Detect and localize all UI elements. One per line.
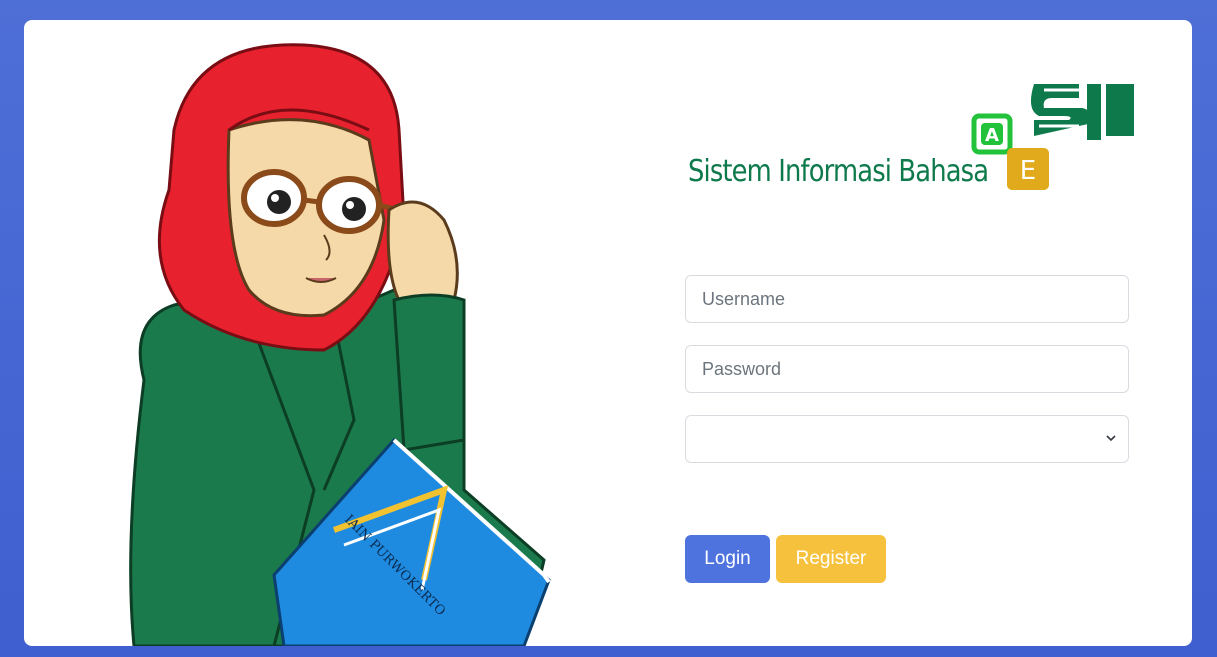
login-card: IAIN PURWOKERTO A E Sistem Informasi Bah… <box>24 20 1192 646</box>
register-button[interactable]: Register <box>776 535 886 583</box>
sib-mark-icon <box>1030 84 1134 140</box>
letter-e-badge-icon: E <box>1007 148 1049 190</box>
password-input[interactable] <box>685 345 1129 393</box>
logo-tagline: Sistem Informasi Bahasa <box>688 154 989 189</box>
letter-a-badge-icon: A <box>971 113 1013 155</box>
hijab-girl-illustration: IAIN PURWOKERTO <box>24 20 584 646</box>
login-form <box>685 275 1129 463</box>
svg-text:E: E <box>1020 156 1036 186</box>
action-buttons: Login Register <box>685 535 886 583</box>
role-select[interactable] <box>685 415 1129 463</box>
sib-logo: A E Sistem Informasi Bahasa <box>684 80 1134 200</box>
svg-text:A: A <box>985 125 999 146</box>
role-select-wrapper <box>685 415 1129 463</box>
login-button[interactable]: Login <box>685 535 770 583</box>
username-input[interactable] <box>685 275 1129 323</box>
